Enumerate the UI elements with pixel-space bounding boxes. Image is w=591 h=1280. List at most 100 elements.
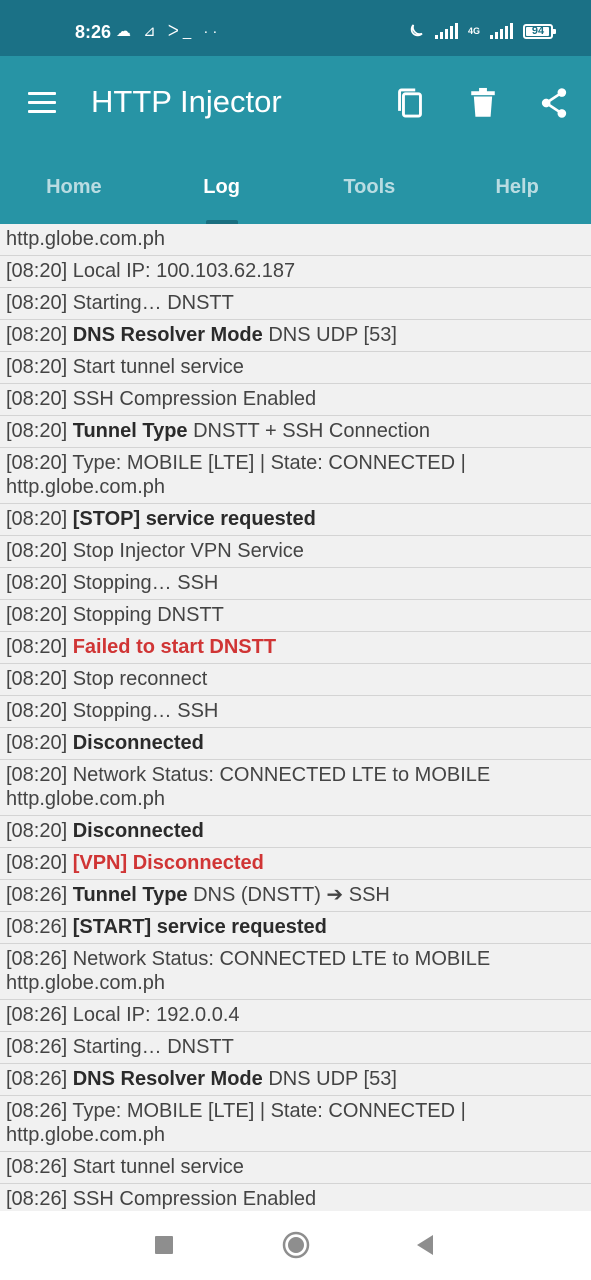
log-text: [08:20] bbox=[6, 508, 73, 530]
log-entry: [08:26] DNS Resolver Mode DNS UDP [53] bbox=[0, 1064, 591, 1096]
signal-icon-2 bbox=[490, 23, 513, 39]
log-error-text: [VPN] Disconnected bbox=[72, 852, 264, 874]
log-entry: [08:26] SSH Compression Enabled bbox=[0, 1184, 591, 1211]
tab-help[interactable]: Help bbox=[443, 166, 591, 224]
log-bold-text: DNS Resolver Mode bbox=[72, 1068, 263, 1090]
log-entry: [08:20] Failed to start DNSTT bbox=[0, 632, 591, 664]
log-text: [08:20] Stopping… SSH bbox=[6, 700, 219, 722]
log-text: [08:20] Stopping DNSTT bbox=[6, 604, 224, 626]
recents-icon[interactable] bbox=[154, 1235, 174, 1255]
log-entry: [08:26] Starting… DNSTT bbox=[0, 1032, 591, 1064]
log-text: [08:20] Stop Injector VPN Service bbox=[6, 540, 304, 562]
log-text: [08:26] bbox=[6, 916, 73, 938]
app-title: HTTP Injector bbox=[91, 84, 282, 119]
log-text: [08:26] SSH Compression Enabled bbox=[6, 1188, 317, 1210]
log-text: http.globe.com.ph bbox=[6, 228, 165, 250]
log-text: [08:26] bbox=[6, 1068, 73, 1090]
log-entry: http.globe.com.ph bbox=[0, 224, 591, 256]
tab-log-label: Log bbox=[203, 176, 240, 198]
menu-icon[interactable] bbox=[28, 92, 56, 114]
log-text: [08:20] Local IP: 100.103.62.187 bbox=[6, 260, 296, 282]
log-text: DNS (DNSTT) ➔ SSH bbox=[187, 884, 390, 906]
log-entry: [08:20] Stopping… SSH bbox=[0, 568, 591, 600]
battery-level: 94 bbox=[531, 25, 545, 37]
log-text: [08:20] Network Status: CONNECTED LTE to… bbox=[6, 764, 491, 810]
log-bold-text: Disconnected bbox=[72, 820, 204, 842]
log-entry: [08:20] Start tunnel service bbox=[0, 352, 591, 384]
log-text: [08:20] Start tunnel service bbox=[6, 356, 244, 378]
log-entry: [08:26] Local IP: 192.0.0.4 bbox=[0, 1000, 591, 1032]
navigation-bar bbox=[0, 1211, 591, 1280]
log-entry: [08:20] Starting… DNSTT bbox=[0, 288, 591, 320]
log-entry: [08:20] Stopping DNSTT bbox=[0, 600, 591, 632]
log-entry: [08:20] Type: MOBILE [LTE] | State: CONN… bbox=[0, 448, 591, 504]
tab-home[interactable]: Home bbox=[0, 166, 148, 224]
log-entry: [08:26] Type: MOBILE [LTE] | State: CONN… bbox=[0, 1096, 591, 1152]
log-text: [08:20] Type: MOBILE [LTE] | State: CONN… bbox=[6, 452, 466, 498]
log-text: DNSTT + SSH Connection bbox=[187, 420, 431, 442]
log-entry: [08:20] Tunnel Type DNSTT + SSH Connecti… bbox=[0, 416, 591, 448]
share-icon[interactable] bbox=[538, 86, 570, 120]
tab-help-label: Help bbox=[495, 176, 539, 198]
log-text: DNS UDP [53] bbox=[262, 1068, 397, 1090]
log-text: [08:20] SSH Compression Enabled bbox=[6, 388, 317, 410]
log-text: [08:20] bbox=[6, 732, 73, 754]
log-text: [08:26] Starting… DNSTT bbox=[6, 1036, 234, 1058]
log-entry: [08:20] [STOP] service requested bbox=[0, 504, 591, 536]
log-list[interactable]: http.globe.com.ph [08:20] Local IP: 100.1… bbox=[0, 224, 591, 1211]
back-icon[interactable] bbox=[415, 1234, 435, 1256]
log-bold-text: Tunnel Type bbox=[72, 884, 188, 906]
log-entry: [08:20] Disconnected bbox=[0, 816, 591, 848]
log-text: [08:20] Stopping… SSH bbox=[6, 572, 219, 594]
moon-icon bbox=[410, 24, 423, 37]
log-entry: [08:20] Local IP: 100.103.62.187 bbox=[0, 256, 591, 288]
log-bold-text: DNS Resolver Mode bbox=[72, 324, 263, 346]
status-time: 8:26 bbox=[75, 22, 112, 42]
log-text: [08:20] Stop reconnect bbox=[6, 668, 208, 690]
tab-bar: Home Log Tools Help bbox=[0, 166, 591, 224]
log-bold-text: Disconnected bbox=[72, 732, 204, 754]
log-text: [08:26] Start tunnel service bbox=[6, 1156, 244, 1178]
tab-log[interactable]: Log bbox=[148, 166, 296, 224]
network-type-label: 4G bbox=[467, 25, 480, 36]
tab-tools-label: Tools bbox=[343, 176, 396, 198]
copy-icon[interactable] bbox=[394, 86, 426, 120]
log-entry: [08:26] [START] service requested bbox=[0, 912, 591, 944]
status-bar: 8:26 ☁ ⊿ ᐳ_ ·· 4G 94 bbox=[0, 0, 591, 56]
log-text: [08:20] bbox=[6, 420, 73, 442]
log-text: [08:20] bbox=[6, 636, 73, 658]
log-entry: [08:26] Network Status: CONNECTED LTE to… bbox=[0, 944, 591, 1000]
log-text: [08:20] bbox=[6, 820, 73, 842]
status-right-group: 4G 94 bbox=[407, 22, 556, 40]
log-entry: [08:20] Network Status: CONNECTED LTE to… bbox=[0, 760, 591, 816]
log-text: [08:20] bbox=[6, 324, 73, 346]
log-entry: [08:20] SSH Compression Enabled bbox=[0, 384, 591, 416]
trash-icon[interactable] bbox=[467, 86, 499, 120]
log-error-text: Failed to start DNSTT bbox=[72, 636, 277, 658]
log-entry: [08:20] DNS Resolver Mode DNS UDP [53] bbox=[0, 320, 591, 352]
log-text: DNS UDP [53] bbox=[262, 324, 397, 346]
log-bold-text: [START] service requested bbox=[72, 916, 327, 938]
status-notification-icons: ☁ ⊿ ᐳ_ ·· bbox=[116, 23, 222, 40]
log-text: [08:26] Local IP: 192.0.0.4 bbox=[6, 1004, 240, 1026]
log-entry: [08:26] Start tunnel service bbox=[0, 1152, 591, 1184]
log-entry: [08:20] Disconnected bbox=[0, 728, 591, 760]
log-entry: [08:26] Tunnel Type DNS (DNSTT) ➔ SSH bbox=[0, 880, 591, 912]
log-entry: [08:20] Stopping… SSH bbox=[0, 696, 591, 728]
log-text: [08:20] Starting… DNSTT bbox=[6, 292, 234, 314]
log-entry: [08:20] Stop reconnect bbox=[0, 664, 591, 696]
log-entry: [08:20] [VPN] Disconnected bbox=[0, 848, 591, 880]
app-bar: HTTP Injector Home Log Tools Help bbox=[0, 56, 591, 224]
log-text: [08:20] bbox=[6, 852, 73, 874]
signal-icon bbox=[434, 23, 458, 39]
log-text: [08:26] Network Status: CONNECTED LTE to… bbox=[6, 948, 491, 994]
log-text: [08:26] Type: MOBILE [LTE] | State: CONN… bbox=[6, 1100, 466, 1146]
tab-tools[interactable]: Tools bbox=[296, 166, 444, 224]
home-icon[interactable] bbox=[282, 1231, 310, 1259]
battery-icon: 94 bbox=[523, 23, 556, 39]
log-bold-text: Tunnel Type bbox=[72, 420, 188, 442]
tab-home-label: Home bbox=[46, 176, 102, 198]
log-bold-text: [STOP] service requested bbox=[72, 508, 316, 530]
log-entry: [08:20] Stop Injector VPN Service bbox=[0, 536, 591, 568]
log-text: [08:26] bbox=[6, 884, 73, 906]
